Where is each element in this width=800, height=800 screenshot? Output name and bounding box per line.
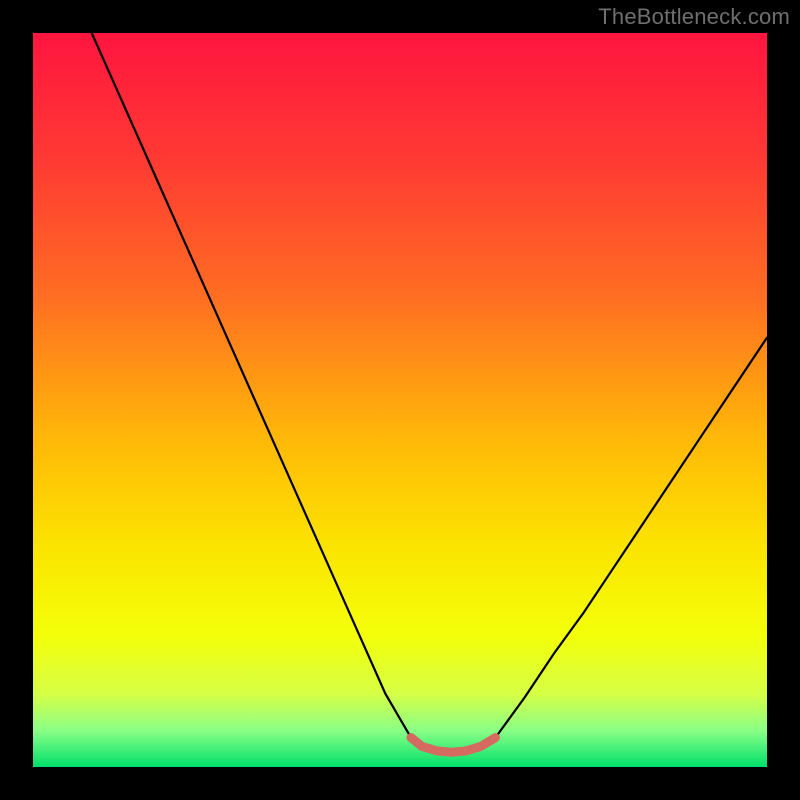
bottleneck-chart	[33, 33, 767, 767]
chart-frame: TheBottleneck.com	[0, 0, 800, 800]
plot-background	[33, 33, 767, 767]
attribution-label: TheBottleneck.com	[598, 4, 790, 30]
